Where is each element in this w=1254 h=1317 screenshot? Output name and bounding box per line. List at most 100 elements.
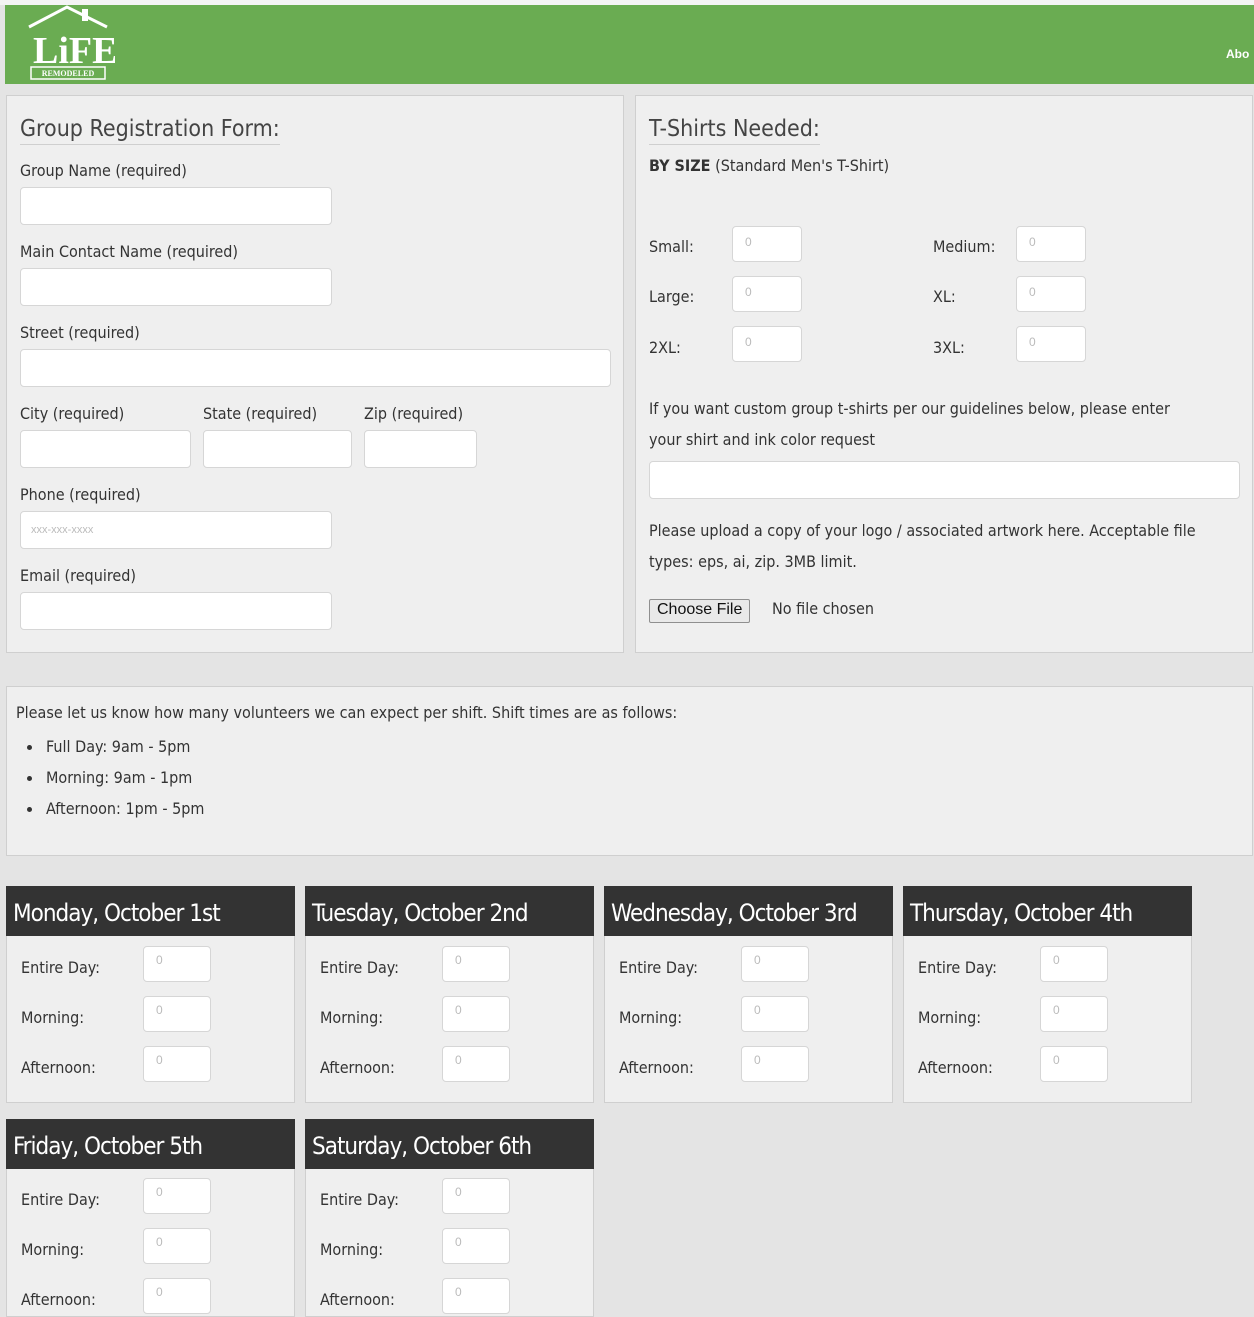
morning-label: Morning: <box>320 1240 384 1259</box>
shift-info-panel: Please let us know how many volunteers w… <box>6 686 1253 856</box>
by-size-note: (Standard Men's T-Shirt) <box>715 156 890 175</box>
size-medium-input[interactable]: 0 <box>1016 226 1086 262</box>
contact-name-label: Main Contact Name (required) <box>20 242 239 261</box>
shift-intro-text: Please let us know how many volunteers w… <box>16 703 678 722</box>
size-small-label: Small: <box>649 237 694 256</box>
upload-text-2: types: eps, ai, zip. 3MB limit. <box>649 552 857 571</box>
entire-day-label: Entire Day: <box>619 958 698 977</box>
friday-entire-day-input[interactable]: 0 <box>143 1178 211 1214</box>
day-card-saturday: Entire Day: 0 Morning: 0 Afternoon: 0 <box>305 1169 594 1317</box>
day-card-wednesday: Entire Day: 0 Morning: 0 Afternoon: 0 <box>604 936 893 1103</box>
saturday-entire-day-input[interactable]: 0 <box>442 1178 510 1214</box>
phone-input[interactable]: xxx-xxx-xxxx <box>20 511 332 549</box>
monday-afternoon-input[interactable]: 0 <box>143 1046 211 1082</box>
day-header-friday: Friday, October 5th <box>6 1119 295 1169</box>
entire-day-label: Entire Day: <box>21 1190 100 1209</box>
day-card-friday: Entire Day: 0 Morning: 0 Afternoon: 0 <box>6 1169 295 1317</box>
size-xl-label: XL: <box>933 287 956 306</box>
city-label: City (required) <box>20 404 125 423</box>
custom-shirt-text-2: your shirt and ink color request <box>649 430 876 449</box>
registration-title: Group Registration Form: <box>20 116 280 145</box>
by-size-label: BY SIZE <box>649 156 711 175</box>
nav-about-link[interactable]: Abo <box>1226 47 1254 61</box>
friday-morning-input[interactable]: 0 <box>143 1228 211 1264</box>
size-medium-label: Medium: <box>933 237 996 256</box>
thursday-morning-input[interactable]: 0 <box>1040 996 1108 1032</box>
monday-morning-input[interactable]: 0 <box>143 996 211 1032</box>
morning-label: Morning: <box>918 1008 982 1027</box>
custom-shirt-text-1: If you want custom group t-shirts per ou… <box>649 399 1170 418</box>
logo-text: LiFE <box>33 30 115 72</box>
bullet-icon <box>27 776 32 781</box>
morning-label: Morning: <box>21 1008 85 1027</box>
bullet-icon <box>27 745 32 750</box>
phone-label: Phone (required) <box>20 485 141 504</box>
entire-day-label: Entire Day: <box>918 958 997 977</box>
afternoon-label: Afternoon: <box>918 1058 993 1077</box>
contact-name-input[interactable] <box>20 268 332 306</box>
group-registration-panel: Group Registration Form: Group Name (req… <box>6 95 624 653</box>
day-header-monday: Monday, October 1st <box>6 886 295 936</box>
upload-text-1: Please upload a copy of your logo / asso… <box>649 521 1196 540</box>
day-card-tuesday: Entire Day: 0 Morning: 0 Afternoon: 0 <box>305 936 594 1103</box>
shift-item-morning: Morning: 9am - 1pm <box>46 768 193 787</box>
monday-entire-day-input[interactable]: 0 <box>143 946 211 982</box>
site-header: LiFE REMODELED Abo <box>5 5 1254 84</box>
day-card-monday: Entire Day: 0 Morning: 0 Afternoon: 0 <box>6 936 295 1103</box>
by-size-line: BY SIZE (Standard Men's T-Shirt) <box>649 156 889 175</box>
afternoon-label: Afternoon: <box>21 1058 96 1077</box>
size-2xl-label: 2XL: <box>649 338 681 357</box>
size-large-label: Large: <box>649 287 695 306</box>
size-xl-input[interactable]: 0 <box>1016 276 1086 312</box>
size-2xl-input[interactable]: 0 <box>732 326 802 362</box>
saturday-morning-input[interactable]: 0 <box>442 1228 510 1264</box>
street-label: Street (required) <box>20 323 140 342</box>
tuesday-morning-input[interactable]: 0 <box>442 996 510 1032</box>
city-input[interactable] <box>20 430 191 468</box>
email-label: Email (required) <box>20 566 136 585</box>
morning-label: Morning: <box>21 1240 85 1259</box>
wednesday-entire-day-input[interactable]: 0 <box>741 946 809 982</box>
size-small-input[interactable]: 0 <box>732 226 802 262</box>
entire-day-label: Entire Day: <box>21 958 100 977</box>
wednesday-morning-input[interactable]: 0 <box>741 996 809 1032</box>
size-large-input[interactable]: 0 <box>732 276 802 312</box>
size-3xl-label: 3XL: <box>933 338 965 357</box>
thursday-afternoon-input[interactable]: 0 <box>1040 1046 1108 1082</box>
state-input[interactable] <box>203 430 352 468</box>
day-header-thursday: Thursday, October 4th <box>903 886 1192 936</box>
zip-input[interactable] <box>364 430 477 468</box>
afternoon-label: Afternoon: <box>320 1058 395 1077</box>
tshirts-panel: T-Shirts Needed: BY SIZE (Standard Men's… <box>635 95 1253 653</box>
zip-label: Zip (required) <box>364 404 464 423</box>
no-file-chosen-text: No file chosen <box>772 599 874 618</box>
shift-item-afternoon: Afternoon: 1pm - 5pm <box>46 799 205 818</box>
choose-file-button[interactable]: Choose File <box>649 599 751 623</box>
street-input[interactable] <box>20 349 611 387</box>
friday-afternoon-input[interactable]: 0 <box>143 1278 211 1314</box>
saturday-afternoon-input[interactable]: 0 <box>442 1278 510 1314</box>
afternoon-label: Afternoon: <box>21 1290 96 1309</box>
afternoon-label: Afternoon: <box>619 1058 694 1077</box>
entire-day-label: Entire Day: <box>320 1190 399 1209</box>
group-name-input[interactable] <box>20 187 332 225</box>
morning-label: Morning: <box>320 1008 384 1027</box>
logo-subtext: REMODELED <box>42 69 95 78</box>
tshirts-title: T-Shirts Needed: <box>649 116 820 145</box>
size-3xl-input[interactable]: 0 <box>1016 326 1086 362</box>
tuesday-entire-day-input[interactable]: 0 <box>442 946 510 982</box>
group-name-label: Group Name (required) <box>20 161 187 180</box>
day-header-saturday: Saturday, October 6th <box>305 1119 594 1169</box>
state-label: State (required) <box>203 404 318 423</box>
thursday-entire-day-input[interactable]: 0 <box>1040 946 1108 982</box>
wednesday-afternoon-input[interactable]: 0 <box>741 1046 809 1082</box>
email-input[interactable] <box>20 592 332 630</box>
afternoon-label: Afternoon: <box>320 1290 395 1309</box>
shift-item-full-day: Full Day: 9am - 5pm <box>46 737 191 756</box>
life-remodeled-logo[interactable]: LiFE REMODELED <box>25 5 115 83</box>
custom-shirt-input[interactable] <box>649 461 1240 499</box>
day-header-wednesday: Wednesday, October 3rd <box>604 886 893 936</box>
day-header-tuesday: Tuesday, October 2nd <box>305 886 594 936</box>
morning-label: Morning: <box>619 1008 683 1027</box>
tuesday-afternoon-input[interactable]: 0 <box>442 1046 510 1082</box>
